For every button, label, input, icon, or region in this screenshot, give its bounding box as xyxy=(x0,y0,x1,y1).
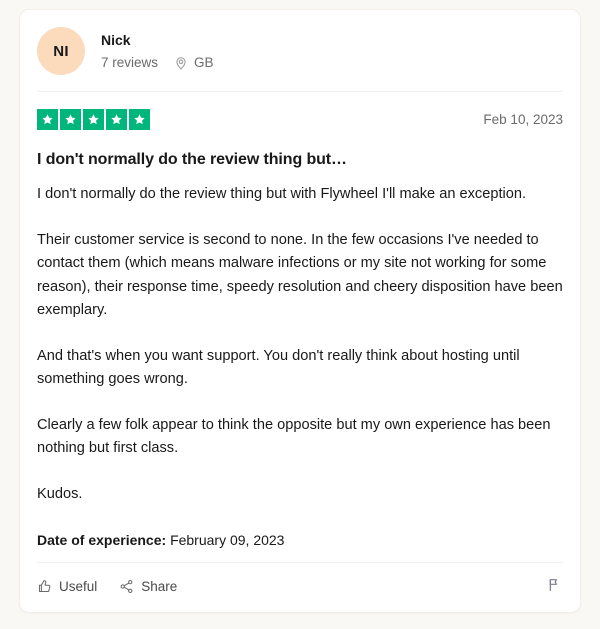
thumbs-up-icon xyxy=(37,579,52,594)
consumer-location: GB xyxy=(174,54,214,72)
review-footer: Useful Share xyxy=(37,562,563,596)
review-card: NI Nick 7 reviews GB Feb 10, 2023 I don'… xyxy=(19,9,581,613)
review-paragraph: Clearly a few folk appear to think the o… xyxy=(37,416,551,457)
footer-actions: Useful Share xyxy=(37,579,177,594)
date-of-experience: Date of experience: February 09, 2023 xyxy=(37,530,563,550)
review-paragraph: Their customer service is second to none… xyxy=(37,231,563,319)
avatar: NI xyxy=(37,27,85,75)
useful-button[interactable]: Useful xyxy=(37,579,97,594)
share-label: Share xyxy=(141,579,178,594)
review-title[interactable]: I don't normally do the review thing but… xyxy=(37,149,563,170)
consumer-name[interactable]: Nick xyxy=(101,31,214,50)
review-paragraph: And that's when you want support. You do… xyxy=(37,347,520,388)
review-date: Feb 10, 2023 xyxy=(483,112,563,127)
star-icon xyxy=(106,109,127,130)
location-label: GB xyxy=(194,54,214,70)
share-icon xyxy=(119,579,134,594)
date-of-experience-value: February 09, 2023 xyxy=(170,532,285,548)
star-icon xyxy=(83,109,104,130)
review-paragraph: Kudos. xyxy=(37,485,83,502)
star-icon xyxy=(37,109,58,130)
report-button[interactable] xyxy=(547,577,563,596)
share-button[interactable]: Share xyxy=(119,579,177,594)
star-icon xyxy=(129,109,150,130)
consumer-meta: 7 reviews GB xyxy=(101,54,214,72)
useful-label: Useful xyxy=(59,579,98,594)
flag-icon xyxy=(547,577,563,596)
map-pin-icon xyxy=(174,56,188,70)
review-count: 7 reviews xyxy=(101,54,159,70)
review-header: NI Nick 7 reviews GB xyxy=(37,10,563,92)
rating-row: Feb 10, 2023 xyxy=(37,92,563,130)
review-body: I don't normally do the review thing but… xyxy=(37,183,563,506)
star-icon xyxy=(60,109,81,130)
star-rating xyxy=(37,109,150,130)
consumer-info: Nick 7 reviews GB xyxy=(101,31,214,72)
date-of-experience-label: Date of experience: xyxy=(37,532,167,548)
review-paragraph: I don't normally do the review thing but… xyxy=(37,186,527,202)
